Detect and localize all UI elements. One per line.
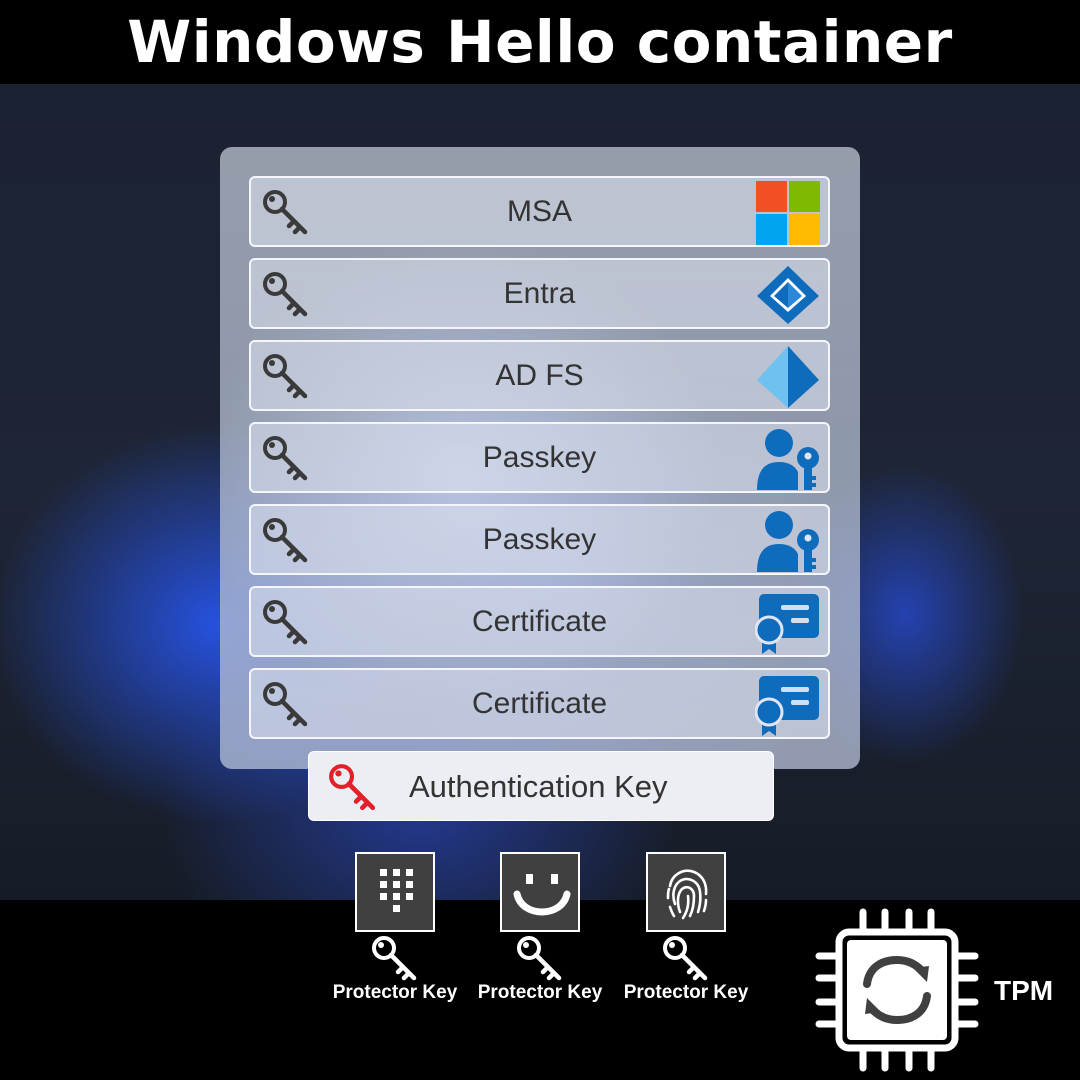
tpm-label: TPM: [994, 975, 1054, 1006]
protector-key-icon: [517, 936, 562, 981]
credential-label: Entra: [503, 276, 576, 310]
factor-face[interactable]: Protector Key: [470, 852, 610, 1012]
credential-label: Certificate: [471, 604, 608, 638]
credential-row-adfs[interactable]: AD FS: [249, 340, 830, 411]
factor-fingerprint[interactable]: Protector Key: [616, 852, 756, 1012]
passkey-user-key-icon: [757, 429, 819, 490]
title-bar: Windows Hello container: [0, 0, 1080, 84]
credential-label: Certificate: [471, 686, 608, 720]
credential-row-passkey-2[interactable]: Passkey: [249, 504, 830, 575]
protector-key-label: Protector Key: [623, 982, 749, 1003]
microsoft-logo-icon: [756, 181, 820, 245]
passkey-user-key-icon: [757, 511, 819, 572]
protector-key-icon: [372, 936, 417, 981]
certificate-icon: [755, 676, 819, 736]
protector-key-label: Protector Key: [332, 982, 458, 1003]
protector-key-icon: [663, 936, 708, 981]
credential-row-certificate-1[interactable]: Certificate: [249, 586, 830, 657]
fingerprint-icon: [666, 869, 708, 920]
credential-label: Passkey: [482, 440, 597, 474]
factor-pin[interactable]: Protector Key: [325, 852, 465, 1012]
authentication-key-box[interactable]: Authentication Key: [308, 751, 774, 821]
protector-key-label: Protector Key: [477, 982, 603, 1003]
credential-row-msa[interactable]: MSA: [249, 176, 830, 247]
tpm-chip-sync-icon: [815, 908, 979, 1072]
certificate-icon: [755, 594, 819, 654]
credential-label: MSA: [506, 194, 572, 228]
pin-keypad-icon: [380, 869, 413, 912]
pin-factor-tile[interactable]: [355, 852, 435, 932]
credential-row-passkey-1[interactable]: Passkey: [249, 422, 830, 493]
face-factor-tile[interactable]: [500, 852, 580, 932]
red-key-icon: [329, 764, 376, 811]
credential-label: Passkey: [482, 522, 597, 556]
face-smile-icon: [513, 874, 571, 916]
credential-label: AD FS: [495, 358, 584, 392]
entra-logo-icon: [757, 266, 819, 324]
adfs-logo-icon: [757, 346, 819, 408]
credential-row-certificate-2[interactable]: Certificate: [249, 668, 830, 739]
credential-row-entra[interactable]: Entra: [249, 258, 830, 329]
page-title: Windows Hello container: [127, 8, 953, 76]
fingerprint-factor-tile[interactable]: [646, 852, 726, 932]
authentication-key-label: Authentication Key: [409, 769, 668, 804]
